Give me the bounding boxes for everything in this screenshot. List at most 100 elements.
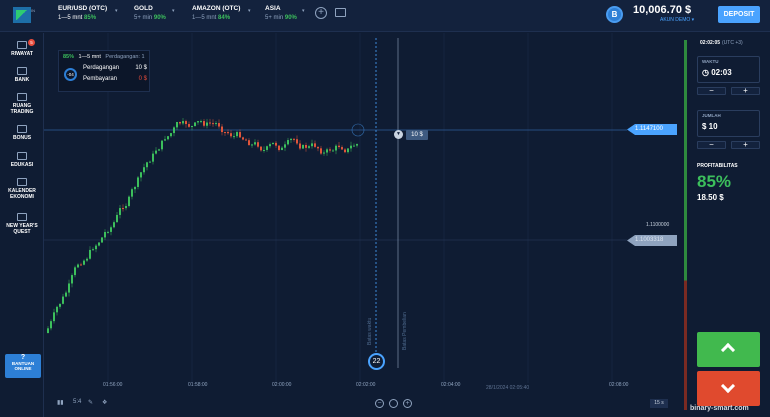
- asset-tab-amazon[interactable]: AMAZON (OTC) 1—5 mnt 84%: [188, 3, 244, 29]
- sidebar-item-bonus[interactable]: BONUS: [0, 125, 44, 141]
- chevron-down-icon[interactable]: ▾: [115, 8, 118, 14]
- x-axis-label: 01:56:00: [103, 382, 123, 388]
- candle: [71, 275, 73, 284]
- put-down-button[interactable]: [697, 371, 760, 406]
- balance: 10,006.70 $: [633, 4, 692, 16]
- logo-icon[interactable]: [13, 7, 31, 23]
- candle: [80, 264, 82, 266]
- logo-sub: IN: [31, 8, 35, 13]
- sidebar-item-label: RIWAYAT: [11, 51, 33, 57]
- candle: [113, 222, 115, 228]
- expiry-timer: 22: [368, 353, 385, 370]
- candle: [248, 140, 250, 146]
- candle: [344, 149, 346, 153]
- amount-value: $ 10: [702, 122, 718, 131]
- sidebar-item-kalender[interactable]: KALENDER EKONOMI: [0, 178, 44, 200]
- candle: [173, 127, 175, 134]
- coin-icon[interactable]: B: [606, 6, 623, 23]
- zoom-out-button[interactable]: −: [375, 399, 384, 408]
- account-type-dropdown[interactable]: AKUN DEMO ▾: [660, 17, 694, 23]
- clock-icon: ◷: [702, 68, 709, 77]
- candle: [128, 196, 130, 207]
- server-clock: 02:02:05 (UTC +3): [700, 40, 743, 46]
- ratio-label[interactable]: 5:4: [73, 399, 81, 405]
- expiry-line-label: Batas waktu: [367, 317, 373, 345]
- sidebar-item-edukasi[interactable]: EDUKASI: [0, 152, 44, 168]
- asset-name: ASIA: [265, 5, 281, 12]
- chevron-down-icon[interactable]: ▾: [172, 8, 175, 14]
- top-bar: IN EUR/USD (OTC) 1—5 mnt 85% ▾ GOLD 5+ m…: [0, 0, 770, 32]
- candle: [119, 208, 121, 215]
- candle: [317, 146, 319, 149]
- amount-increase-button[interactable]: +: [731, 141, 760, 149]
- call-up-button[interactable]: [697, 332, 760, 367]
- candle: [152, 153, 154, 162]
- trade-count: Perdagangan: 1: [105, 54, 145, 60]
- online-help-button[interactable]: ? BANTUAN ONLINE: [5, 354, 41, 378]
- candle: [269, 144, 271, 147]
- sidebar-item-riwayat[interactable]: 5 RIWAYAT: [0, 39, 44, 57]
- chevron-down-icon[interactable]: ▾: [248, 8, 251, 14]
- candle: [257, 142, 259, 147]
- candle: [146, 162, 148, 168]
- zoom-reset-icon[interactable]: [389, 399, 398, 408]
- payout-value: 0 $: [138, 76, 147, 82]
- candle: [266, 146, 268, 150]
- asset-time: 5+ min: [134, 15, 153, 21]
- candle: [182, 121, 184, 124]
- asset-tab-eurusd[interactable]: EUR/USD (OTC) 1—5 mnt 85%: [54, 3, 111, 29]
- asset-name: AMAZON (OTC): [192, 5, 241, 12]
- candle: [98, 242, 100, 246]
- amount-field[interactable]: JUMLAH $ 10: [697, 110, 760, 137]
- candle: [158, 149, 160, 151]
- candle: [356, 144, 358, 146]
- candle: [59, 303, 61, 307]
- sidebar-item-label: KALENDER EKONOMI: [8, 188, 36, 200]
- candle: [110, 227, 112, 232]
- candle: [62, 296, 64, 304]
- sidebar-item-bank[interactable]: BANK: [0, 67, 44, 83]
- clock-timezone: (UTC +3): [722, 40, 743, 46]
- sentiment-bar: [684, 40, 687, 410]
- time-field[interactable]: WAKTU ◷ 02:03: [697, 56, 760, 83]
- candle: [284, 144, 286, 148]
- asset-time: 1—5 mnt: [192, 15, 217, 21]
- deposit-button[interactable]: DEPOSIT: [718, 6, 760, 23]
- zoom-in-button[interactable]: +: [403, 399, 412, 408]
- amount-decrease-button[interactable]: −: [697, 141, 726, 149]
- candle: [350, 145, 352, 149]
- indicators-icon[interactable]: ❖: [102, 399, 107, 406]
- open-trades-panel[interactable]: 85% 1—5 mnt Perdagangan: 1 -04 Perdagang…: [58, 50, 150, 92]
- chart-type-icon[interactable]: ▮▮: [57, 399, 64, 406]
- candle: [161, 140, 163, 150]
- add-asset-button[interactable]: +: [315, 7, 327, 19]
- candle: [233, 136, 235, 138]
- sidebar-item-ruang-trading[interactable]: RUANG TRADING: [0, 93, 44, 115]
- asset-tab-gold[interactable]: GOLD 5+ min 90%: [130, 3, 170, 29]
- timeframe-button[interactable]: 15 s: [650, 399, 668, 408]
- chevron-down-icon[interactable]: ▾: [302, 8, 305, 14]
- trade-marker-amount[interactable]: 10 $: [406, 130, 428, 140]
- draw-pencil-icon[interactable]: ✎: [88, 399, 93, 406]
- x-axis-label: 02:04:00: [441, 382, 461, 388]
- candle: [149, 161, 151, 163]
- candle: [185, 121, 187, 125]
- asset-time: 1—5 mnt: [58, 15, 83, 21]
- time-decrease-button[interactable]: −: [697, 87, 726, 95]
- candle: [101, 237, 103, 243]
- time-increase-button[interactable]: +: [731, 87, 760, 95]
- candle: [74, 267, 76, 276]
- trade-amount-label: Perdagangan: [83, 65, 120, 71]
- sidebar-item-label: BANK: [14, 77, 30, 83]
- candle: [155, 150, 157, 154]
- candle: [341, 147, 343, 150]
- current-price-tag: 1.1147100: [627, 124, 677, 135]
- layout-icon[interactable]: [335, 8, 346, 17]
- sidebar-item-quest[interactable]: NEW YEAR'S QUEST: [0, 213, 44, 235]
- candle: [188, 124, 190, 127]
- asset-tab-asia[interactable]: ASIA 5+ min 90%: [261, 3, 301, 29]
- trade-time: 1—5 mnt: [78, 54, 101, 60]
- candle: [65, 292, 67, 297]
- candle: [95, 245, 97, 250]
- candle: [47, 328, 49, 333]
